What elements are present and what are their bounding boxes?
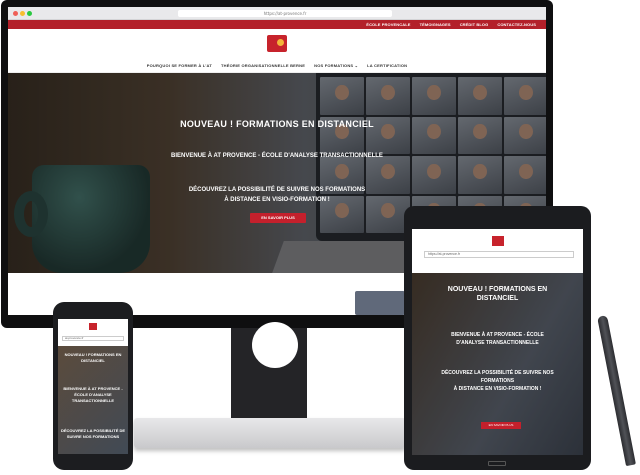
maximize-window-icon[interactable] [27, 11, 32, 16]
tablet-subtitle-line1: BIENVENUE À AT PROVENCE - ÉCOLE [451, 332, 544, 338]
tablet-body-line1: DÉCOUVREZ LA POSSIBILITÉ DE SUIVRE NOS [441, 370, 554, 376]
close-window-icon[interactable] [13, 11, 18, 16]
topbar-link-ecole[interactable]: ÉCOLE PROVENCALE [366, 22, 410, 27]
tablet-hero: NOUVEAU ! FORMATIONS EN DISTANCIEL BIENV… [412, 273, 583, 455]
hero-body: DÉCOUVREZ LA POSSIBILITÉ DE SUIVRE NOS F… [8, 185, 546, 205]
topbar-link-contact[interactable]: CONTACTEZ-NOUS [497, 22, 536, 27]
hero-subtitle: BIENVENUE À AT PROVENCE - ÉCOLE D'ANALYS… [171, 153, 383, 159]
top-utility-bar: ÉCOLE PROVENCALE TÉMOIGNAGES CRÉDIT BLOG… [8, 20, 546, 29]
tablet-screen: https://at-provence.fr NOUVEAU ! FORMATI… [412, 229, 583, 455]
tablet-headline-line2: DISTANCIEL [476, 295, 519, 302]
phone-screen: at-provence.fr NOUVEAU ! FORMATIONS EN D… [58, 319, 128, 454]
tablet-headline: NOUVEAU ! FORMATIONS EN DISTANCIEL [412, 285, 583, 303]
phone-subtitle: BIENVENUE À AT PROVENCE - ÉCOLE D'ANALYS… [63, 386, 123, 403]
stylus-pen [597, 315, 636, 467]
tablet-subtitle: BIENVENUE À AT PROVENCE - ÉCOLE D'ANALYS… [412, 331, 583, 347]
phone-body: DÉCOUVREZ LA POSSIBILITÉ DE SUIVRE NOS F… [60, 428, 126, 439]
address-bar[interactable]: https://at-provence.fr [178, 10, 392, 17]
hero-headline: NOUVEAU ! FORMATIONS EN DISTANCIEL [180, 119, 374, 129]
tablet-learn-more-button[interactable]: EN SAVOIR PLUS [481, 422, 521, 429]
phone-hero: NOUVEAU ! FORMATIONS EN DISTANCIEL BIENV… [58, 346, 128, 454]
phone-address-bar[interactable]: at-provence.fr [62, 336, 124, 341]
section-image [355, 291, 405, 315]
nav-item-pourquoi[interactable]: POURQUOI SE FORMER À L'AT [147, 63, 212, 68]
tablet-body: DÉCOUVREZ LA POSSIBILITÉ DE SUIVRE NOS F… [412, 369, 583, 393]
tablet-headline-line1: NOUVEAU ! FORMATIONS EN [447, 286, 548, 293]
tablet-body-line2: FORMATIONS [480, 378, 515, 384]
topbar-link-temoignages[interactable]: TÉMOIGNAGES [420, 22, 451, 27]
hero-body-line2: À DISTANCE EN VISIO-FORMATION ! [224, 197, 330, 203]
smartphone: at-provence.fr NOUVEAU ! FORMATIONS EN D… [53, 302, 133, 470]
tablet: https://at-provence.fr NOUVEAU ! FORMATI… [404, 206, 591, 470]
nav-item-theorie[interactable]: THÉORIE ORGANISATIONNELLE BERNE [221, 63, 305, 68]
site-header: POURQUOI SE FORMER À L'AT THÉORIE ORGANI… [8, 29, 546, 73]
learn-more-button[interactable]: EN SAVOIR PLUS [250, 213, 306, 223]
tablet-subtitle-line2: D'ANALYSE TRANSACTIONNELLE [456, 340, 539, 346]
phone-headline: NOUVEAU ! FORMATIONS EN DISTANCIEL [64, 352, 122, 363]
hero-body-line1: DÉCOUVREZ LA POSSIBILITÉ DE SUIVRE NOS F… [188, 187, 366, 193]
tablet-logo [492, 236, 504, 246]
minimize-window-icon[interactable] [20, 11, 25, 16]
nav-item-certification[interactable]: LA CERTIFICATION [367, 63, 407, 68]
tablet-address-bar[interactable]: https://at-provence.fr [424, 251, 574, 258]
phone-logo [89, 323, 97, 330]
at-provence-logo[interactable] [267, 35, 287, 52]
stand-cable-hole [252, 322, 298, 368]
tablet-body-line3: À DISTANCE EN VISIO-FORMATION ! [453, 386, 542, 392]
browser-toolbar: https://at-provence.fr [8, 7, 546, 20]
topbar-link-blog[interactable]: CRÉDIT BLOG [460, 22, 489, 27]
nav-item-formations[interactable]: NOS FORMATIONS ⌄ [314, 63, 358, 68]
monitor-base [134, 418, 406, 448]
tablet-home-button[interactable] [488, 461, 506, 466]
main-navigation: POURQUOI SE FORMER À L'AT THÉORIE ORGANI… [8, 63, 546, 68]
